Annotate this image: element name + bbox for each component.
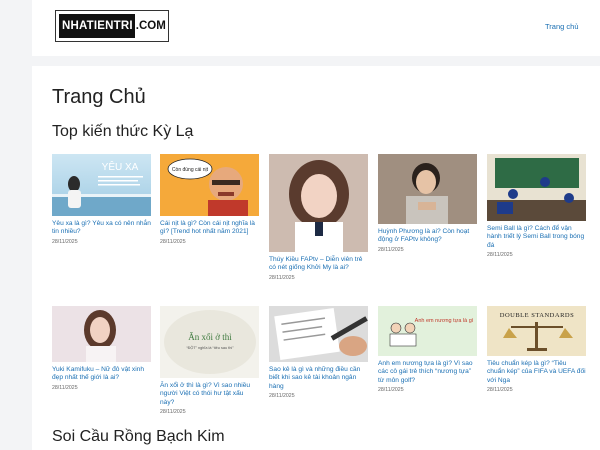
article-card: Sao kê là gì và những điều cần biết khi … [269, 306, 368, 399]
article-title[interactable]: Sao kê là gì và những điều cần biết khi … [269, 366, 368, 391]
article-title[interactable]: Tiêu chuẩn kép là gì? “Tiêu chuẩn kép” c… [487, 360, 586, 385]
nav-home-link[interactable]: Trang chủ [545, 22, 579, 31]
thumb-caption: Còn đúng cái nịt [172, 167, 209, 173]
article-date: 28/11/2025 [160, 238, 186, 245]
article-title[interactable]: Yuki Kamifuku – Nữ đô vật xinh đẹp nhất … [52, 366, 151, 383]
article-title[interactable]: Ăn xổi ở thì là gì? Vì sao nhiều người V… [160, 382, 259, 407]
article-date: 28/11/2025 [487, 252, 513, 259]
article-date: 28/11/2025 [269, 274, 295, 281]
article-thumbnail[interactable] [378, 154, 477, 224]
article-thumbnail[interactable]: Ăn xổi ở thì “ĐỘT” nghĩa là “tiêu sau th… [160, 306, 259, 378]
thumb-caption: DOUBLE STANDARDS [500, 312, 574, 319]
page-title: Trang Chủ [52, 86, 146, 108]
article-card: Ăn xổi ở thì “ĐỘT” nghĩa là “tiêu sau th… [160, 306, 259, 415]
article-thumbnail[interactable]: DOUBLE STANDARDS [487, 306, 586, 356]
article-card: Huỳnh Phương là ai? Còn hoạt động ở FAPt… [378, 154, 477, 253]
article-card: Yuki Kamifuku – Nữ đô vật xinh đẹp nhất … [52, 306, 151, 391]
article-card: YÊU XA Yêu xa là gì? Yêu xa có nên nhắn … [52, 154, 151, 245]
article-card: Thúy Kiều FAPtv – Diễn viên trẻ có nét g… [269, 154, 368, 281]
main-content: Trang Chủ Top kiến thức Kỳ Lạ YÊU XA Yêu… [32, 66, 600, 450]
article-date: 28/11/2025 [52, 384, 78, 391]
article-title[interactable]: Thúy Kiều FAPtv – Diễn viên trẻ có nét g… [269, 256, 368, 273]
section-title-soi-cau: Soi Cầu Rồng Bạch Kim [52, 428, 225, 445]
site-header: NHATIENTRI .COM Trang chủ [32, 0, 600, 56]
article-card: DOUBLE STANDARDS Tiêu chuẩn kép là gì? “… [487, 306, 586, 393]
article-date: 28/11/2025 [487, 387, 513, 394]
article-date: 28/11/2025 [269, 393, 295, 400]
article-title[interactable]: Anh em nương tựa là gì? Vì sao các cô gá… [378, 360, 477, 385]
article-date: 28/11/2025 [378, 387, 404, 394]
article-thumbnail[interactable]: Anh em nương tựa là gì [378, 306, 477, 356]
article-thumbnail[interactable] [269, 154, 368, 252]
thumb-subcaption: “ĐỘT” nghĩa là “tiêu sau thì” [186, 345, 234, 350]
thumb-caption: Anh em nương tựa là gì [415, 318, 474, 324]
article-thumbnail[interactable] [52, 306, 151, 362]
logo-dark-text: NHATIENTRI [59, 14, 135, 38]
logo-light-text: .COM [135, 20, 166, 32]
article-card: Còn đúng cái nịt Cái nịt là gì? Còn cái … [160, 154, 259, 245]
article-card: Anh em nương tựa là gì Anh em nương tựa … [378, 306, 477, 393]
article-card: Semi Ball là gì? Cách để vận hành triết … [487, 154, 586, 258]
article-thumbnail[interactable]: YÊU XA [52, 154, 151, 216]
article-thumbnail[interactable] [487, 154, 586, 221]
article-date: 28/11/2025 [160, 409, 186, 416]
article-thumbnail[interactable] [269, 306, 368, 362]
article-date: 28/11/2025 [52, 238, 78, 245]
article-title[interactable]: Huỳnh Phương là ai? Còn hoạt động ở FAPt… [378, 228, 477, 245]
article-title[interactable]: Yêu xa là gì? Yêu xa có nên nhắn tin nhi… [52, 220, 151, 237]
thumb-caption: YÊU XA [102, 160, 139, 173]
article-date: 28/11/2025 [378, 246, 404, 253]
site-logo[interactable]: NHATIENTRI .COM [55, 10, 169, 42]
article-title[interactable]: Cái nịt là gì? Còn cái nịt nghĩa là gì? … [160, 220, 259, 237]
section-title-kien-thuc: Top kiến thức Kỳ Lạ [52, 123, 194, 140]
article-title[interactable]: Semi Ball là gì? Cách để vận hành triết … [487, 225, 586, 250]
thumb-caption: Ăn xổi ở thì [188, 332, 232, 342]
article-thumbnail[interactable]: Còn đúng cái nịt [160, 154, 259, 216]
